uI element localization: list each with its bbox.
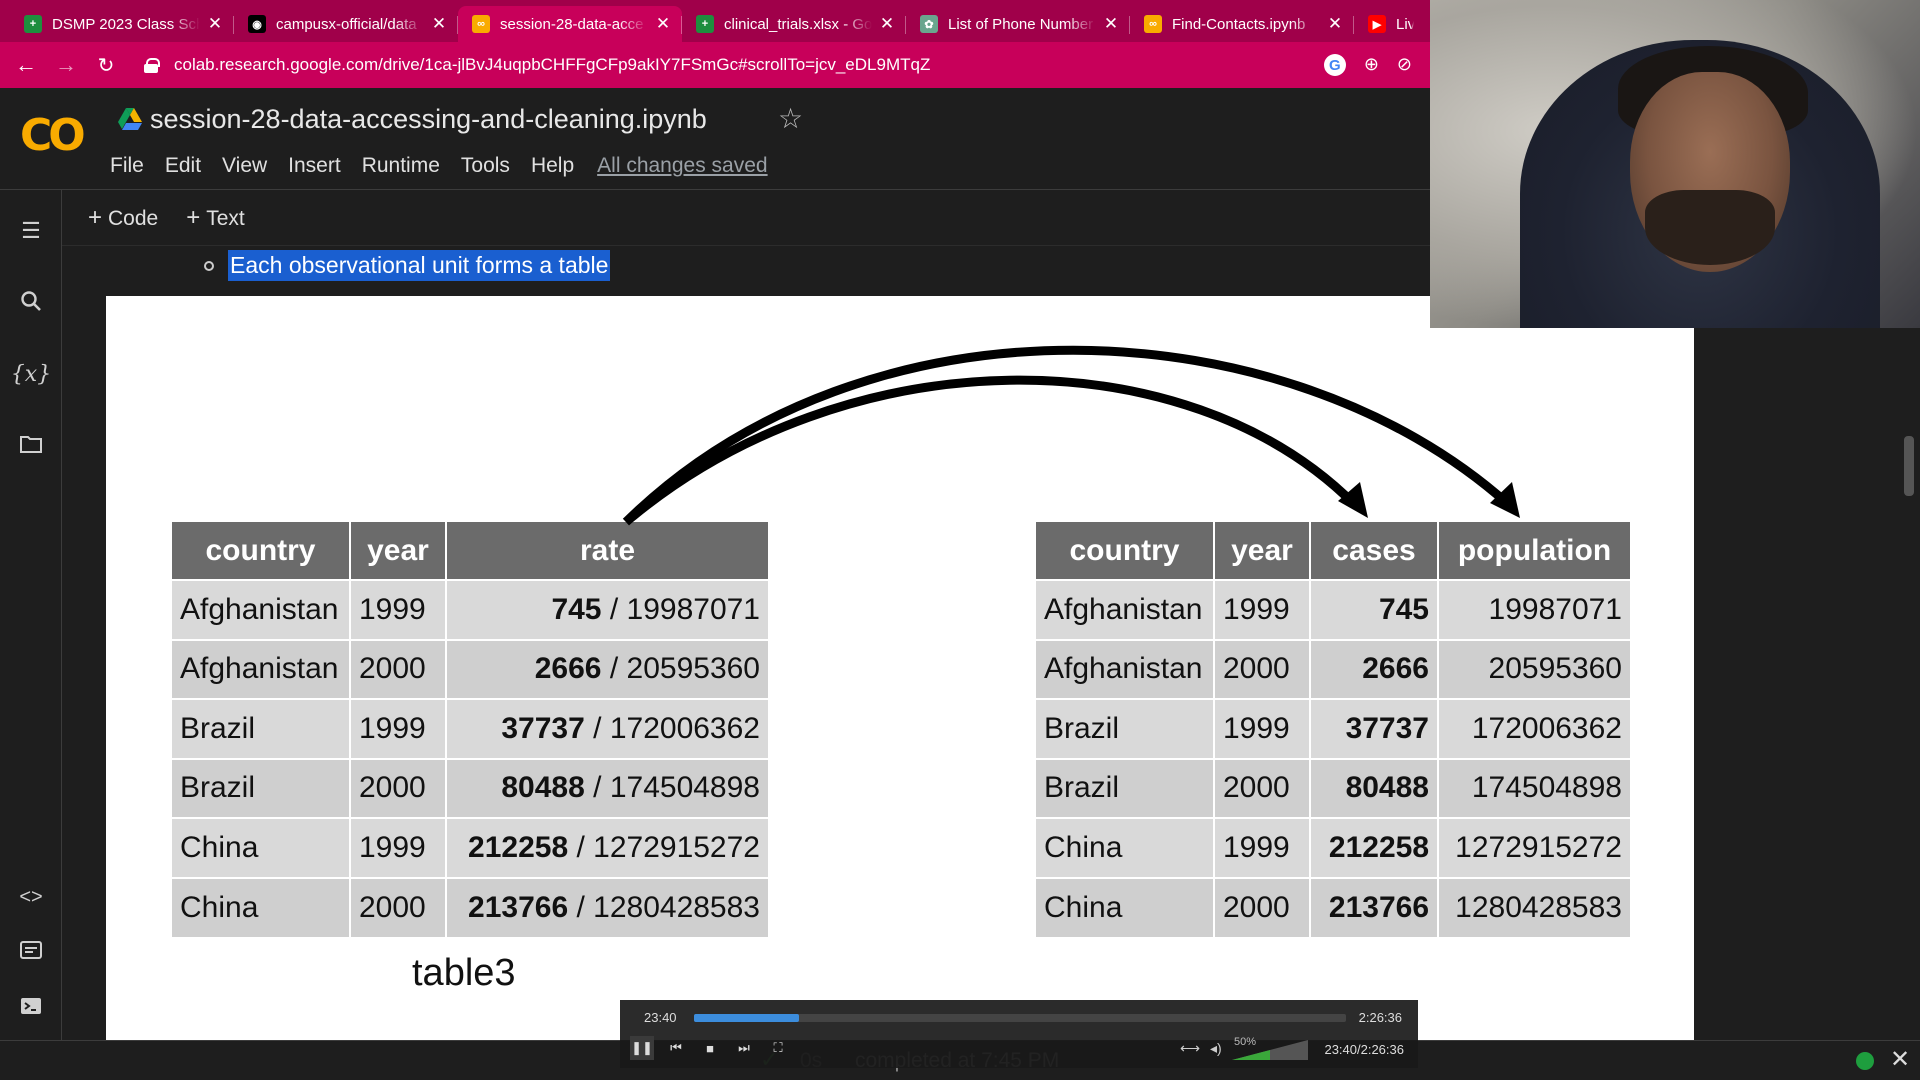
tab-title: clinical_trials.xlsx - Go xyxy=(724,15,872,33)
tab-title: campusx-official/data xyxy=(276,15,417,33)
browser-tab[interactable]: ∞ Find-Contacts.ipynb ✕ xyxy=(1130,6,1354,42)
menu-tools[interactable]: Tools xyxy=(461,154,510,178)
tab-title: session-28-data-acce xyxy=(500,15,644,33)
files-icon[interactable] xyxy=(0,434,62,460)
pause-icon[interactable]: ❚❚ xyxy=(630,1036,654,1060)
address-bar: ← → ↻ colab.research.google.com/drive/1c… xyxy=(0,42,1430,88)
add-code-button[interactable]: + Code xyxy=(88,204,158,232)
arrow-to-cases xyxy=(623,375,1358,526)
player-total-time: 2:26:36 xyxy=(1358,1010,1402,1025)
tab-close-icon[interactable]: ✕ xyxy=(878,14,896,34)
cell-toolbar: + Code + Text xyxy=(62,190,1430,246)
left-sidebar: ☰ {x} <> xyxy=(0,190,62,1040)
youtube-icon: ▶ xyxy=(1368,15,1386,33)
github-icon: ◉ xyxy=(248,15,266,33)
media-player: 23:40 2:26:36 ❚❚ ⏮ ■ ⏭ ⛶ ⟷ ◂) 50% 23:40/… xyxy=(620,1000,1418,1068)
notebook-content: Each observational unit forms a table co… xyxy=(62,246,1920,1040)
variables-icon[interactable]: {x} xyxy=(0,362,62,387)
url-text: colab.research.google.com/drive/1ca-jlBv… xyxy=(174,55,931,74)
browser-tab[interactable]: ◉ campusx-official/data ✕ xyxy=(234,6,458,42)
save-status[interactable]: All changes saved xyxy=(597,154,767,178)
tab-title: Find-Contacts.ipynb xyxy=(1172,15,1306,33)
player-current-time: 23:40 xyxy=(644,1010,677,1025)
colab-icon: ∞ xyxy=(1144,15,1162,33)
tab-close-icon[interactable]: ✕ xyxy=(206,14,224,34)
selected-text[interactable]: Each observational unit forms a table xyxy=(228,250,611,281)
notebook-title[interactable]: session-28-data-accessing-and-cleaning.i… xyxy=(150,104,707,135)
sheets-icon: + xyxy=(24,15,42,33)
colab-icon: ∞ xyxy=(472,15,490,33)
add-text-label: Text xyxy=(206,206,245,230)
google-icon[interactable]: G xyxy=(1323,54,1346,76)
forward-icon[interactable]: → xyxy=(46,52,86,78)
code-snippets-icon[interactable]: <> xyxy=(0,886,62,909)
menu-help[interactable]: Help xyxy=(531,154,574,178)
plus-icon: + xyxy=(88,203,103,231)
close-icon[interactable]: ✕ xyxy=(1890,1045,1910,1074)
next-icon[interactable]: ⏭ xyxy=(732,1036,756,1060)
colab-logo[interactable]: CO xyxy=(20,110,90,161)
stop-icon[interactable]: ■ xyxy=(698,1036,722,1060)
menu-view[interactable]: View xyxy=(222,154,267,178)
tab-close-icon[interactable]: ✕ xyxy=(1102,14,1120,34)
reload-icon[interactable]: ↻ xyxy=(86,53,126,78)
previous-icon[interactable]: ⏮ xyxy=(664,1036,688,1060)
sheets-icon: + xyxy=(696,15,714,33)
speaker-icon[interactable]: ◂) xyxy=(1210,1040,1222,1057)
volume-fill xyxy=(1232,1050,1270,1060)
tab-close-icon[interactable]: ✕ xyxy=(1326,14,1344,34)
tidy-data-figure: country year rate Afghanistan 1999 745 / 1… xyxy=(106,296,1694,1040)
player-seek-bar[interactable] xyxy=(694,1014,1346,1022)
chatgpt-icon: ✿ xyxy=(920,15,938,33)
tab-title: List of Phone Number xyxy=(948,15,1094,33)
lock-icon xyxy=(144,58,160,73)
webcam-video xyxy=(1430,0,1920,328)
star-icon[interactable]: ☆ xyxy=(778,102,803,135)
player-time-readout: 23:40/2:26:36 xyxy=(1324,1042,1404,1057)
expand-icon[interactable]: ⟷ xyxy=(1180,1040,1200,1057)
content-scrollbar[interactable] xyxy=(1904,436,1914,496)
text-cell-bullet: Each observational unit forms a table xyxy=(204,250,611,281)
menu-file[interactable]: File xyxy=(110,154,144,178)
add-code-label: Code xyxy=(108,206,159,230)
browser-tab[interactable]: + DSMP 2023 Class Sch ✕ xyxy=(10,6,234,42)
webcam-person-beard xyxy=(1645,190,1775,265)
drive-icon xyxy=(118,108,142,130)
search-icon[interactable] xyxy=(0,290,62,318)
menu-bar: File Edit View Insert Runtime Tools Help… xyxy=(110,154,789,178)
tab-title: Live xyxy=(1396,15,1414,33)
eye-off-icon[interactable]: ⊘ xyxy=(1397,54,1412,76)
browser-tab[interactable]: ∞ session-28-data-acce ✕ xyxy=(458,6,682,42)
menu-edit[interactable]: Edit xyxy=(165,154,201,178)
connection-status-icon[interactable] xyxy=(1856,1052,1874,1070)
plus-icon: + xyxy=(186,203,201,231)
browser-tab[interactable]: ▶ Live xyxy=(1354,6,1424,42)
volume-label: 50% xyxy=(1234,1036,1257,1048)
command-palette-icon[interactable] xyxy=(0,940,62,966)
tab-title: DSMP 2023 Class Sch xyxy=(52,15,200,33)
terminal-icon[interactable] xyxy=(0,996,62,1022)
url-field[interactable]: colab.research.google.com/drive/1ca-jlBv… xyxy=(144,47,1324,83)
back-icon[interactable]: ← xyxy=(6,52,46,78)
tab-close-icon[interactable]: ✕ xyxy=(430,14,448,34)
menu-insert[interactable]: Insert xyxy=(288,154,341,178)
browser-tab[interactable]: + clinical_trials.xlsx - Go ✕ xyxy=(682,6,906,42)
zoom-icon[interactable]: ⊕ xyxy=(1364,54,1379,76)
table-of-contents-icon[interactable]: ☰ xyxy=(0,218,62,244)
bullet-circle-icon xyxy=(204,260,214,271)
add-text-button[interactable]: + Text xyxy=(186,204,245,232)
colab-header: CO session-28-data-accessing-and-cleanin… xyxy=(0,88,1430,190)
tab-close-icon[interactable]: ✕ xyxy=(654,14,672,34)
menu-runtime[interactable]: Runtime xyxy=(362,154,440,178)
fullscreen-icon[interactable]: ⛶ xyxy=(766,1036,790,1060)
player-progress-fill xyxy=(694,1014,800,1022)
split-arrows xyxy=(622,345,1520,526)
browser-tab[interactable]: ✿ List of Phone Number ✕ xyxy=(906,6,1130,42)
